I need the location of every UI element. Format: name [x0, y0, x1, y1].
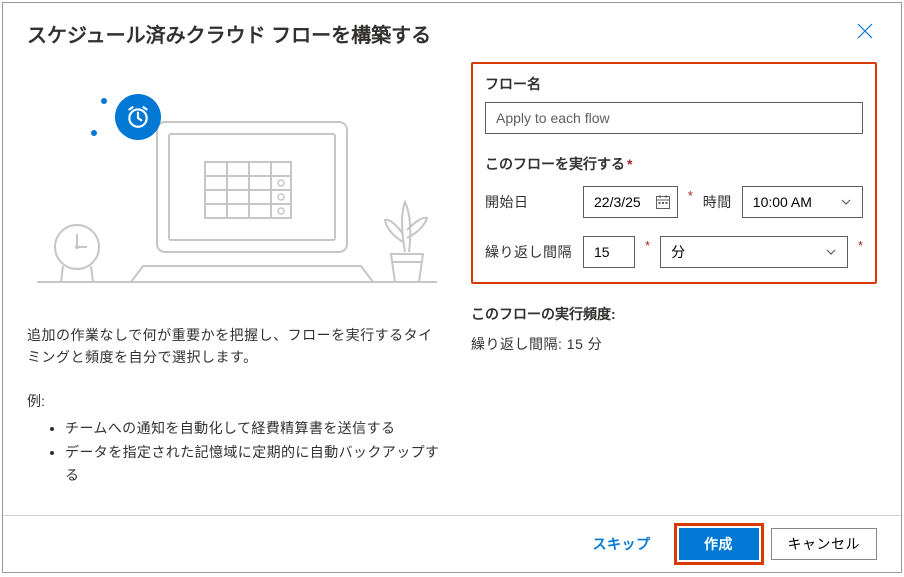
start-date-picker[interactable]: 22/3/25	[583, 186, 678, 218]
calendar-icon	[655, 194, 671, 210]
chevron-down-icon	[840, 196, 852, 208]
repeat-unit-select[interactable]: 分	[660, 236, 848, 268]
dialog-body: 追加の作業なしで何が重要かを把握し、フローを実行するタイミングと頻度を自分で選択…	[3, 54, 901, 515]
decoration-dot	[101, 98, 107, 104]
left-column: 追加の作業なしで何が重要かを把握し、フローを実行するタイミングと頻度を自分で選択…	[27, 62, 447, 503]
close-button[interactable]	[853, 19, 877, 48]
decoration-dot	[91, 130, 97, 136]
alarm-clock-icon	[125, 104, 151, 130]
dialog-footer: スキップ 作成 キャンセル	[3, 515, 901, 572]
frequency-value: 繰り返し間隔: 15 分	[471, 334, 877, 354]
cancel-button[interactable]: キャンセル	[771, 528, 878, 560]
illustration	[27, 62, 447, 292]
laptop-plant-clock-illustration	[27, 62, 447, 292]
dialog-title: スケジュール済みクラウド フローを構築する	[27, 19, 431, 48]
skip-button[interactable]: スキップ	[577, 528, 667, 560]
start-date-label: 開始日	[485, 192, 573, 212]
description: 追加の作業なしで何が重要かを把握し、フローを実行するタイミングと頻度を自分で選択…	[27, 324, 447, 369]
create-button[interactable]: 作成	[679, 528, 759, 560]
dialog-header: スケジュール済みクラウド フローを構築する	[3, 3, 901, 54]
schedule-badge	[115, 94, 161, 140]
frequency-title: このフローの実行頻度:	[471, 304, 877, 324]
repeat-row: 繰り返し間隔 15 * 分 *	[485, 236, 863, 268]
flow-name-label: フロー名	[485, 74, 863, 94]
list-item: チームへの通知を自動化して経費精算書を送信する	[65, 417, 447, 439]
time-label: 時間	[703, 192, 732, 212]
run-section-label: このフローを実行する*	[485, 154, 863, 174]
start-date-value: 22/3/25	[594, 194, 641, 210]
time-value: 10:00 AM	[753, 194, 812, 210]
examples-list: チームへの通知を自動化して経費精算書を送信する データを指定された記憶域に定期的…	[27, 417, 447, 486]
run-section-label-text: このフローを実行する	[485, 156, 625, 172]
close-icon	[857, 23, 873, 39]
scheduled-flow-dialog: スケジュール済みクラウド フローを構築する	[2, 2, 902, 573]
start-datetime-row: 開始日 22/3/25	[485, 186, 863, 218]
repeat-value: 15	[594, 244, 610, 260]
highlighted-form-area: フロー名 このフローを実行する* 開始日 22/3/25	[471, 62, 877, 284]
repeat-interval-input[interactable]: 15	[583, 236, 635, 268]
chevron-down-icon	[825, 246, 837, 258]
right-column: フロー名 このフローを実行する* 開始日 22/3/25	[471, 62, 877, 503]
repeat-label: 繰り返し間隔	[485, 242, 573, 262]
flow-name-input[interactable]	[485, 102, 863, 134]
list-item: データを指定された記憶域に定期的に自動バックアップする	[65, 441, 447, 486]
examples-label: 例:	[27, 391, 447, 411]
time-picker[interactable]: 10:00 AM	[742, 186, 863, 218]
repeat-unit-value: 分	[671, 242, 685, 262]
